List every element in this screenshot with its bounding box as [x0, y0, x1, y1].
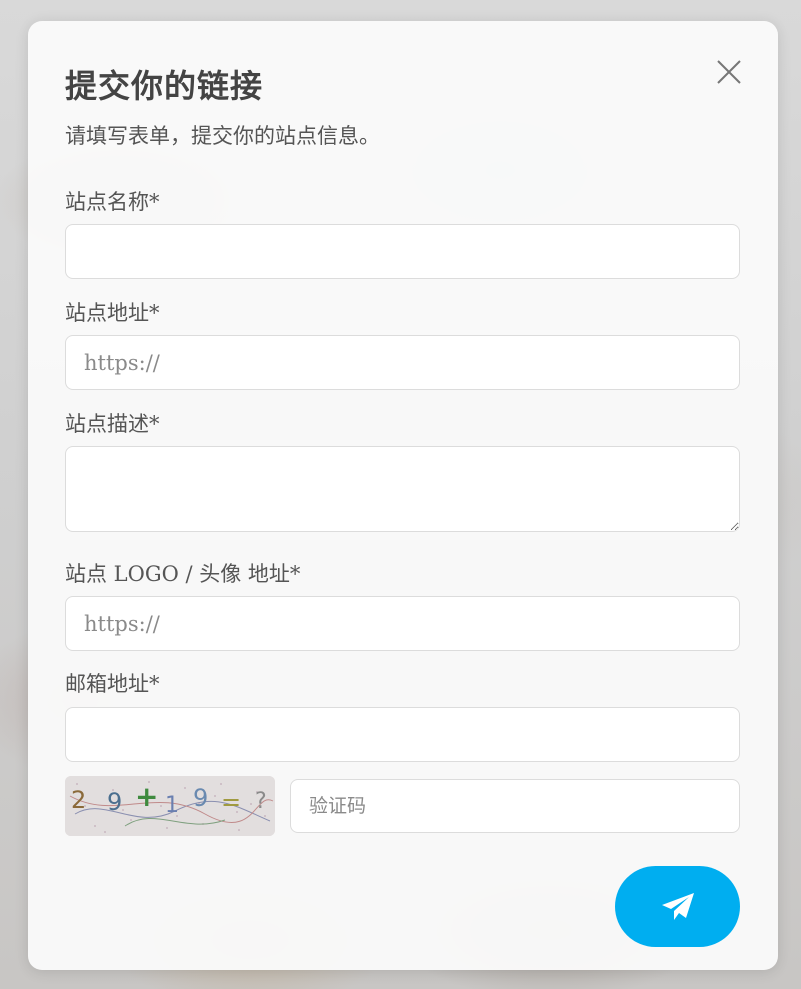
site-name-label: 站点名称*	[65, 190, 160, 214]
site-url-input[interactable]	[65, 335, 740, 390]
captcha-char: =	[221, 788, 241, 816]
email-label: 邮箱地址*	[65, 672, 160, 696]
modal-subtitle: 请填写表单，提交你的站点信息。	[65, 124, 380, 148]
close-button[interactable]	[714, 57, 744, 87]
captcha-image[interactable]: 2 9 + 1 9 = ?	[65, 776, 275, 836]
site-description-label: 站点描述*	[65, 412, 160, 436]
site-name-input[interactable]	[65, 224, 740, 279]
send-icon	[661, 892, 694, 920]
email-input[interactable]	[65, 707, 740, 762]
modal-title: 提交你的链接	[65, 67, 264, 105]
captcha-input[interactable]	[290, 779, 740, 833]
close-icon	[717, 60, 741, 84]
site-logo-input[interactable]	[65, 596, 740, 651]
captcha-noise: 2 9 + 1 9 = ?	[65, 776, 275, 836]
site-description-textarea[interactable]	[65, 446, 740, 532]
site-url-label: 站点地址*	[65, 301, 160, 325]
site-logo-label: 站点 LOGO / 头像 地址*	[65, 562, 301, 586]
captcha-char: 9	[107, 788, 122, 816]
captcha-char: 9	[193, 784, 208, 812]
captcha-char: 1	[165, 793, 179, 818]
submit-button[interactable]	[615, 866, 740, 947]
captcha-char: +	[135, 780, 158, 813]
captcha-char: 2	[71, 786, 86, 814]
submit-link-modal: 提交你的链接 请填写表单，提交你的站点信息。 站点名称* 站点地址* 站点描述*…	[28, 21, 778, 970]
captcha-char: ?	[255, 789, 267, 814]
